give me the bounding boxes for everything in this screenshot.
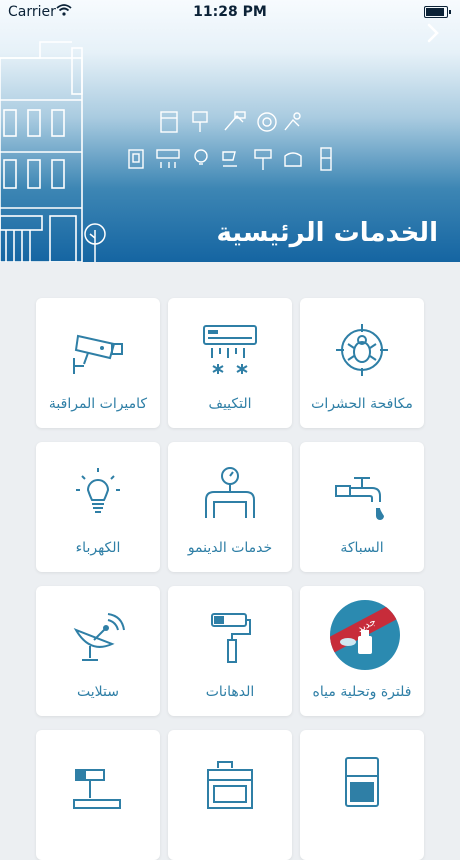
service-label: مكافحة الحشرات — [311, 396, 413, 412]
services-icons-strip — [128, 111, 332, 171]
service-card-pest-control[interactable]: مكافحة الحشرات — [300, 298, 424, 428]
hammer-icon — [73, 769, 121, 809]
service-card-cctv[interactable]: كاميرات المراقبة — [36, 298, 160, 428]
header-banner: Carrier 11:28 PM الخدمات الرئيسية — [0, 0, 460, 262]
service-label: ستلايت — [77, 684, 119, 700]
service-label: خدمات الدينمو — [187, 540, 273, 556]
water-filter-icon: جديد — [330, 600, 400, 670]
service-card-plumbing[interactable]: السباكة — [300, 442, 424, 572]
service-card-air-conditioning[interactable]: التكييف — [168, 298, 292, 428]
clock: 11:28 PM — [193, 4, 267, 20]
refrigerator-icon — [345, 757, 379, 807]
battery-icon — [424, 6, 451, 18]
service-card-dynamo[interactable]: خدمات الدينمو — [168, 442, 292, 572]
paint-roller-icon — [211, 613, 251, 663]
service-card-electricity[interactable]: الكهرباء — [36, 442, 160, 572]
air-conditioner-icon — [203, 325, 257, 374]
light-bulb-icon — [76, 468, 120, 513]
service-card-appliances[interactable] — [300, 730, 424, 860]
bug-target-icon — [336, 324, 388, 376]
service-label: السباكة — [340, 540, 384, 556]
service-card-water-filter[interactable]: جديد فلترة وتحلية مياه — [300, 586, 424, 716]
service-label: كاميرات المراقبة — [48, 396, 148, 412]
service-label: الدهانات — [205, 684, 255, 700]
service-label: الكهرباء — [75, 540, 121, 556]
stove-icon — [207, 761, 253, 809]
chevron-right-icon[interactable] — [422, 22, 444, 44]
tree-icon — [84, 223, 106, 262]
service-card-painting[interactable]: الدهانات — [168, 586, 292, 716]
security-camera-icon — [73, 334, 123, 374]
service-card-kitchen[interactable] — [168, 730, 292, 860]
water-tap-icon — [335, 477, 384, 520]
satellite-dish-icon — [73, 613, 125, 661]
service-card-satellite[interactable]: ستلايت — [36, 586, 160, 716]
status-bar: Carrier 11:28 PM — [0, 0, 460, 24]
service-label: فلترة وتحلية مياه — [312, 684, 412, 700]
pipe-gauge-icon — [205, 467, 255, 518]
service-label: التكييف — [208, 396, 252, 412]
page-title: الخدمات الرئيسية — [216, 218, 438, 248]
service-card-carpentry[interactable] — [36, 730, 160, 860]
